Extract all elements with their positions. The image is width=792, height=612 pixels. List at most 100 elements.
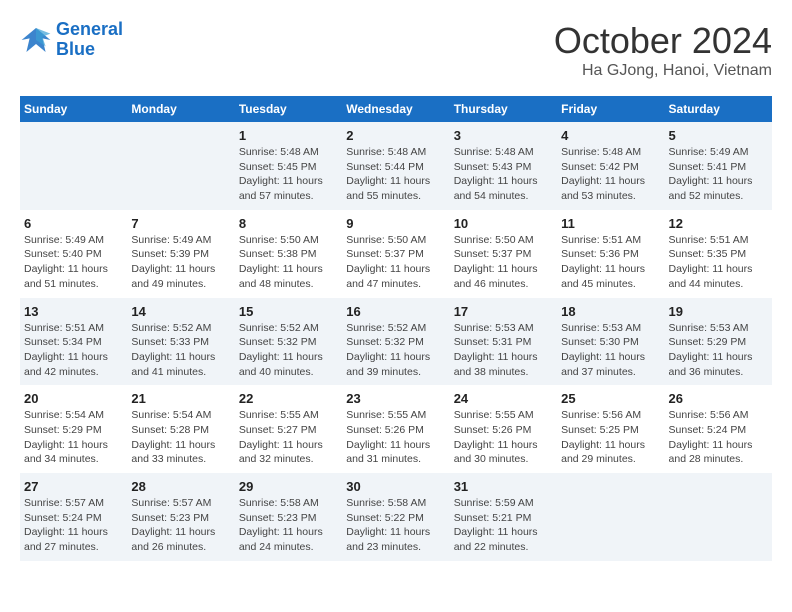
day-info: Sunrise: 5:52 AM Sunset: 5:32 PM Dayligh… <box>239 321 338 380</box>
calendar-cell: 9Sunrise: 5:50 AM Sunset: 5:37 PM Daylig… <box>342 210 449 298</box>
calendar-cell: 8 Sunrise: 5:50 AM Sunset: 5:38 PM Daylig… <box>235 210 342 298</box>
calendar-week-row: 6Sunrise: 5:49 AM Sunset: 5:40 PM Daylig… <box>20 210 772 298</box>
page-header: General Blue October 2024 Ha GJong, Hano… <box>20 20 772 80</box>
calendar-cell: 16 Sunrise: 5:52 AM Sunset: 5:32 PM Dayli… <box>342 298 449 386</box>
day-info: Sunrise: 5:48 AM Sunset: 5:43 PM Dayligh… <box>454 145 553 204</box>
day-number: 9 <box>346 216 445 231</box>
calendar-cell: 25 Sunrise: 5:56 AM Sunset: 5:25 PM Dayli… <box>557 385 664 473</box>
day-number: 18 <box>561 304 660 319</box>
day-number: 7 <box>131 216 230 231</box>
day-info: Sunrise: 5:58 AM Sunset: 5:22 PM Dayligh… <box>346 496 445 555</box>
calendar-cell: 7 Sunrise: 5:49 AM Sunset: 5:39 PM Daylig… <box>127 210 234 298</box>
title-block: October 2024 Ha GJong, Hanoi, Vietnam <box>554 20 772 80</box>
day-info: Sunrise: 5:57 AM Sunset: 5:23 PM Dayligh… <box>131 496 230 555</box>
col-header-monday: Monday <box>127 96 234 122</box>
calendar-cell: 1 Sunrise: 5:48 AM Sunset: 5:45 PM Daylig… <box>235 122 342 210</box>
col-header-thursday: Thursday <box>450 96 557 122</box>
day-number: 26 <box>669 391 768 406</box>
calendar-cell: 5 Sunrise: 5:49 AM Sunset: 5:41 PM Daylig… <box>665 122 772 210</box>
day-number: 24 <box>454 391 553 406</box>
day-number: 13 <box>24 304 123 319</box>
calendar-cell: 18 Sunrise: 5:53 AM Sunset: 5:30 PM Dayli… <box>557 298 664 386</box>
day-number: 21 <box>131 391 230 406</box>
calendar-cell <box>127 122 234 210</box>
calendar-cell: 12 Sunrise: 5:51 AM Sunset: 5:35 PM Dayli… <box>665 210 772 298</box>
calendar-cell <box>665 473 772 561</box>
calendar-cell: 10Sunrise: 5:50 AM Sunset: 5:37 PM Dayli… <box>450 210 557 298</box>
calendar-cell: 11 Sunrise: 5:51 AM Sunset: 5:36 PM Dayli… <box>557 210 664 298</box>
calendar-cell: 4 Sunrise: 5:48 AM Sunset: 5:42 PM Daylig… <box>557 122 664 210</box>
calendar-header-row: SundayMondayTuesdayWednesdayThursdayFrid… <box>20 96 772 122</box>
day-info: Sunrise: 5:48 AM Sunset: 5:42 PM Dayligh… <box>561 145 660 204</box>
logo-icon <box>20 24 52 56</box>
calendar-week-row: 27 Sunrise: 5:57 AM Sunset: 5:24 PM Dayli… <box>20 473 772 561</box>
calendar-cell: 28 Sunrise: 5:57 AM Sunset: 5:23 PM Dayli… <box>127 473 234 561</box>
calendar-week-row: 20Sunrise: 5:54 AM Sunset: 5:29 PM Dayli… <box>20 385 772 473</box>
calendar-cell: 2Sunrise: 5:48 AM Sunset: 5:44 PM Daylig… <box>342 122 449 210</box>
calendar-week-row: 13 Sunrise: 5:51 AM Sunset: 5:34 PM Dayli… <box>20 298 772 386</box>
col-header-saturday: Saturday <box>665 96 772 122</box>
day-number: 25 <box>561 391 660 406</box>
day-number: 1 <box>239 128 338 143</box>
day-info: Sunrise: 5:56 AM Sunset: 5:24 PM Dayligh… <box>669 408 768 467</box>
day-info: Sunrise: 5:49 AM Sunset: 5:39 PM Dayligh… <box>131 233 230 292</box>
day-number: 11 <box>561 216 660 231</box>
day-number: 19 <box>669 304 768 319</box>
calendar-cell: 19Sunrise: 5:53 AM Sunset: 5:29 PM Dayli… <box>665 298 772 386</box>
day-number: 30 <box>346 479 445 494</box>
day-number: 27 <box>24 479 123 494</box>
calendar-week-row: 1 Sunrise: 5:48 AM Sunset: 5:45 PM Daylig… <box>20 122 772 210</box>
day-info: Sunrise: 5:50 AM Sunset: 5:38 PM Dayligh… <box>239 233 338 292</box>
day-number: 23 <box>346 391 445 406</box>
calendar-cell: 17Sunrise: 5:53 AM Sunset: 5:31 PM Dayli… <box>450 298 557 386</box>
day-info: Sunrise: 5:54 AM Sunset: 5:28 PM Dayligh… <box>131 408 230 467</box>
day-info: Sunrise: 5:58 AM Sunset: 5:23 PM Dayligh… <box>239 496 338 555</box>
day-number: 3 <box>454 128 553 143</box>
day-info: Sunrise: 5:49 AM Sunset: 5:41 PM Dayligh… <box>669 145 768 204</box>
day-info: Sunrise: 5:54 AM Sunset: 5:29 PM Dayligh… <box>24 408 123 467</box>
col-header-friday: Friday <box>557 96 664 122</box>
day-info: Sunrise: 5:57 AM Sunset: 5:24 PM Dayligh… <box>24 496 123 555</box>
calendar-cell: 27 Sunrise: 5:57 AM Sunset: 5:24 PM Dayli… <box>20 473 127 561</box>
day-info: Sunrise: 5:49 AM Sunset: 5:40 PM Dayligh… <box>24 233 123 292</box>
day-info: Sunrise: 5:55 AM Sunset: 5:27 PM Dayligh… <box>239 408 338 467</box>
calendar-cell: 20Sunrise: 5:54 AM Sunset: 5:29 PM Dayli… <box>20 385 127 473</box>
calendar-cell: 22Sunrise: 5:55 AM Sunset: 5:27 PM Dayli… <box>235 385 342 473</box>
day-number: 31 <box>454 479 553 494</box>
calendar-cell: 26 Sunrise: 5:56 AM Sunset: 5:24 PM Dayli… <box>665 385 772 473</box>
day-info: Sunrise: 5:51 AM Sunset: 5:34 PM Dayligh… <box>24 321 123 380</box>
day-info: Sunrise: 5:51 AM Sunset: 5:35 PM Dayligh… <box>669 233 768 292</box>
day-number: 5 <box>669 128 768 143</box>
calendar-cell <box>20 122 127 210</box>
calendar-cell: 21 Sunrise: 5:54 AM Sunset: 5:28 PM Dayli… <box>127 385 234 473</box>
calendar-cell: 30 Sunrise: 5:58 AM Sunset: 5:22 PM Dayli… <box>342 473 449 561</box>
logo-text: General Blue <box>56 20 123 60</box>
month-title: October 2024 <box>554 20 772 62</box>
day-number: 4 <box>561 128 660 143</box>
day-number: 16 <box>346 304 445 319</box>
day-info: Sunrise: 5:59 AM Sunset: 5:21 PM Dayligh… <box>454 496 553 555</box>
day-number: 28 <box>131 479 230 494</box>
calendar-cell <box>557 473 664 561</box>
day-info: Sunrise: 5:53 AM Sunset: 5:30 PM Dayligh… <box>561 321 660 380</box>
calendar-cell: 14 Sunrise: 5:52 AM Sunset: 5:33 PM Dayli… <box>127 298 234 386</box>
day-number: 8 <box>239 216 338 231</box>
day-info: Sunrise: 5:56 AM Sunset: 5:25 PM Dayligh… <box>561 408 660 467</box>
day-info: Sunrise: 5:53 AM Sunset: 5:31 PM Dayligh… <box>454 321 553 380</box>
day-number: 12 <box>669 216 768 231</box>
day-number: 15 <box>239 304 338 319</box>
day-info: Sunrise: 5:48 AM Sunset: 5:45 PM Dayligh… <box>239 145 338 204</box>
calendar-cell: 3 Sunrise: 5:48 AM Sunset: 5:43 PM Daylig… <box>450 122 557 210</box>
calendar-cell: 6Sunrise: 5:49 AM Sunset: 5:40 PM Daylig… <box>20 210 127 298</box>
day-number: 14 <box>131 304 230 319</box>
logo: General Blue <box>20 20 123 60</box>
day-info: Sunrise: 5:52 AM Sunset: 5:33 PM Dayligh… <box>131 321 230 380</box>
calendar-cell: 24 Sunrise: 5:55 AM Sunset: 5:26 PM Dayli… <box>450 385 557 473</box>
location: Ha GJong, Hanoi, Vietnam <box>554 62 772 80</box>
day-number: 10 <box>454 216 553 231</box>
calendar-cell: 31 Sunrise: 5:59 AM Sunset: 5:21 PM Dayli… <box>450 473 557 561</box>
day-info: Sunrise: 5:55 AM Sunset: 5:26 PM Dayligh… <box>454 408 553 467</box>
calendar-table: SundayMondayTuesdayWednesdayThursdayFrid… <box>20 96 772 561</box>
day-info: Sunrise: 5:52 AM Sunset: 5:32 PM Dayligh… <box>346 321 445 380</box>
day-info: Sunrise: 5:51 AM Sunset: 5:36 PM Dayligh… <box>561 233 660 292</box>
